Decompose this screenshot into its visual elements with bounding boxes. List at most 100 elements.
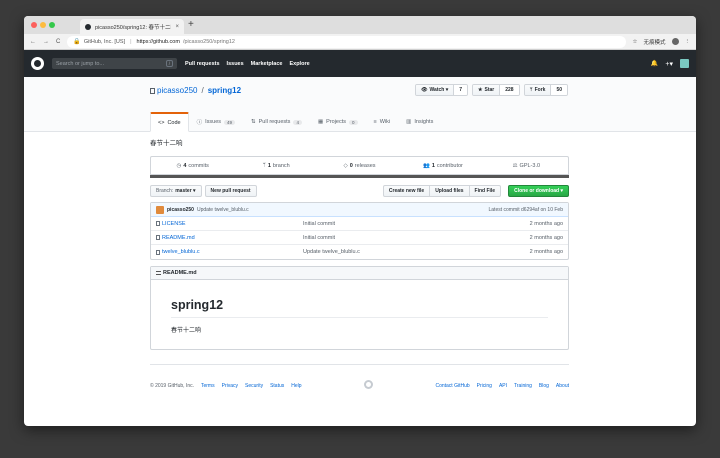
footer-left: © 2019 GitHub, Inc. Terms Privacy Securi… <box>150 383 302 389</box>
file-name-link[interactable]: README.md <box>162 235 195 241</box>
github-logo-icon[interactable] <box>31 57 44 70</box>
repo-name-link[interactable]: spring12 <box>208 86 241 95</box>
tab-issues[interactable]: ⓘ Issues 49 <box>189 112 243 132</box>
footer-link-contact[interactable]: Contact GitHub <box>435 383 469 389</box>
readme-box: README.md spring12 春节十二响 <box>150 266 569 350</box>
footer-link-api[interactable]: API <box>499 383 507 389</box>
graph-icon: ▥ <box>406 119 412 125</box>
nav-issues[interactable]: Issues <box>227 61 244 67</box>
user-avatar[interactable] <box>680 59 689 68</box>
search-placeholder: Search or jump to... <box>56 60 104 67</box>
readme-header: README.md <box>151 267 568 280</box>
footer-link-terms[interactable]: Terms <box>201 383 215 389</box>
repo-description: 春节十二响 <box>150 140 183 147</box>
tab-projects[interactable]: ▦ Projects 0 <box>310 112 366 132</box>
find-file-button[interactable]: Find File <box>468 185 502 197</box>
table-row: README.md Initial commit 2 months ago <box>151 231 568 245</box>
repo-actions: 👁 Watch ▾ 7 ★ Star 228 ᛘ Fork 50 <box>415 84 568 96</box>
commit-author[interactable]: picasso250 <box>167 207 194 213</box>
tab-close-icon[interactable]: × <box>175 24 179 30</box>
repo-path-separator: / <box>201 86 204 95</box>
branch-select-button[interactable]: Branch: master ▾ <box>150 185 202 197</box>
bell-icon[interactable]: 🔔 <box>651 60 658 67</box>
nav-marketplace[interactable]: Marketplace <box>251 61 283 67</box>
footer-link-privacy[interactable]: Privacy <box>222 383 238 389</box>
file-commit-message[interactable]: Update twelve_blublu.c <box>303 249 530 255</box>
commits-link[interactable]: ◷ 4 commits <box>151 163 234 169</box>
fork-button[interactable]: ᛘ Fork 50 <box>523 84 568 96</box>
nav-explore[interactable]: Explore <box>289 61 309 67</box>
new-tab-button[interactable]: + <box>188 19 194 31</box>
tab-insights[interactable]: ▥ Insights <box>398 112 441 132</box>
back-icon[interactable]: ← <box>30 39 36 45</box>
fork-count[interactable]: 50 <box>550 85 567 95</box>
branch-icon: ᛘ <box>262 162 266 169</box>
tab-pull-requests[interactable]: ⇅ Pull requests 4 <box>243 112 310 132</box>
footer-link-status[interactable]: Status <box>270 383 284 389</box>
upload-files-button[interactable]: Upload files <box>429 185 470 197</box>
file-name-link[interactable]: LICENSE <box>162 221 186 227</box>
wiki-icon: ≡ <box>373 119 377 125</box>
tab-pull-requests-label: Pull requests <box>258 119 291 125</box>
clone-or-download-button[interactable]: Clone or download ▾ <box>508 185 569 197</box>
incognito-avatar-icon[interactable] <box>671 38 679 45</box>
minimize-window-button[interactable] <box>40 22 46 28</box>
footer-link-blog[interactable]: Blog <box>539 383 549 389</box>
tab-code[interactable]: <> Code <box>150 112 189 132</box>
file-commit-message[interactable]: Initial commit <box>303 235 530 241</box>
lock-icon: 🔒 <box>73 39 81 45</box>
forward-icon[interactable]: → <box>43 39 49 45</box>
url-bar[interactable]: 🔒 GitHub, Inc. [US] | https://github.com… <box>67 35 626 48</box>
reload-icon[interactable]: C <box>56 39 60 45</box>
language-bar[interactable] <box>150 175 569 178</box>
watch-button[interactable]: 👁 Watch ▾ 7 <box>415 84 469 96</box>
incognito-label[interactable]: 无痕模式 <box>643 38 665 46</box>
github-header: Search or jump to... / Pull requests Iss… <box>24 50 696 77</box>
create-new-file-button[interactable]: Create new file <box>382 185 431 197</box>
bookmark-star-icon[interactable]: ☆ <box>633 39 638 45</box>
contributors-label: contributor <box>436 162 463 169</box>
footer-link-help[interactable]: Help <box>291 383 301 389</box>
zoom-window-button[interactable] <box>49 22 55 28</box>
create-new-dropdown-icon[interactable]: +▾ <box>665 60 673 68</box>
repo-title: picasso250 / spring12 <box>150 86 241 95</box>
file-name-link[interactable]: twelve_blublu.c <box>162 249 200 255</box>
branch-select-label: Branch: <box>156 188 174 194</box>
footer-link-pricing[interactable]: Pricing <box>477 383 492 389</box>
latest-commit-row: picasso250 Update twelve_blublu.c Latest… <box>151 203 568 217</box>
star-button[interactable]: ★ Star 228 <box>472 84 520 96</box>
table-row: LICENSE Initial commit 2 months ago <box>151 217 568 231</box>
tab-title: picasso250/spring12: 春节十二响 <box>95 24 172 31</box>
commit-message[interactable]: Update twelve_blublu.c <box>197 207 249 213</box>
repo-summary: ◷ 4 commits ᛘ 1 branch ◇ 0 releases 👥 1 … <box>150 156 569 175</box>
tab-wiki[interactable]: ≡ Wiki <box>366 112 399 132</box>
browser-menu-icon[interactable]: ⋮ <box>685 39 691 45</box>
github-favicon-icon <box>85 23 91 30</box>
file-commit-message[interactable]: Initial commit <box>303 221 530 227</box>
repo-owner-link[interactable]: picasso250 <box>157 86 197 95</box>
footer-link-about[interactable]: About <box>556 383 569 389</box>
contributors-link[interactable]: 👥 1 contributor <box>401 163 484 169</box>
footer-link-training[interactable]: Training <box>514 383 532 389</box>
star-count[interactable]: 228 <box>499 85 519 95</box>
projects-count-badge: 0 <box>349 119 358 125</box>
new-pull-request-button[interactable]: New pull request <box>204 185 257 197</box>
watch-count[interactable]: 7 <box>453 85 468 95</box>
tab-projects-label: Projects <box>326 119 347 125</box>
tab-issues-label: Issues <box>205 119 222 125</box>
search-input[interactable]: Search or jump to... / <box>52 58 177 69</box>
browser-tab[interactable]: picasso250/spring12: 春节十二响 × <box>80 19 184 34</box>
github-footer-logo-icon[interactable] <box>364 380 373 389</box>
file-age: 2 months ago <box>529 220 563 227</box>
releases-link[interactable]: ◇ 0 releases <box>318 163 401 169</box>
close-window-button[interactable] <box>31 22 37 28</box>
footer-link-security[interactable]: Security <box>245 383 263 389</box>
header-nav: Pull requests Issues Marketplace Explore <box>185 61 310 67</box>
tag-icon: ◇ <box>343 162 348 169</box>
branches-link[interactable]: ᛘ 1 branch <box>234 163 317 169</box>
license-link[interactable]: ⚖ GPL-3.0 <box>485 163 568 169</box>
commit-author-avatar[interactable] <box>156 205 164 214</box>
nav-pull-requests[interactable]: Pull requests <box>185 61 220 67</box>
latest-commit-info[interactable]: Latest commit d6294af on 10 Feb <box>489 207 564 213</box>
people-icon: 👥 <box>422 162 430 169</box>
